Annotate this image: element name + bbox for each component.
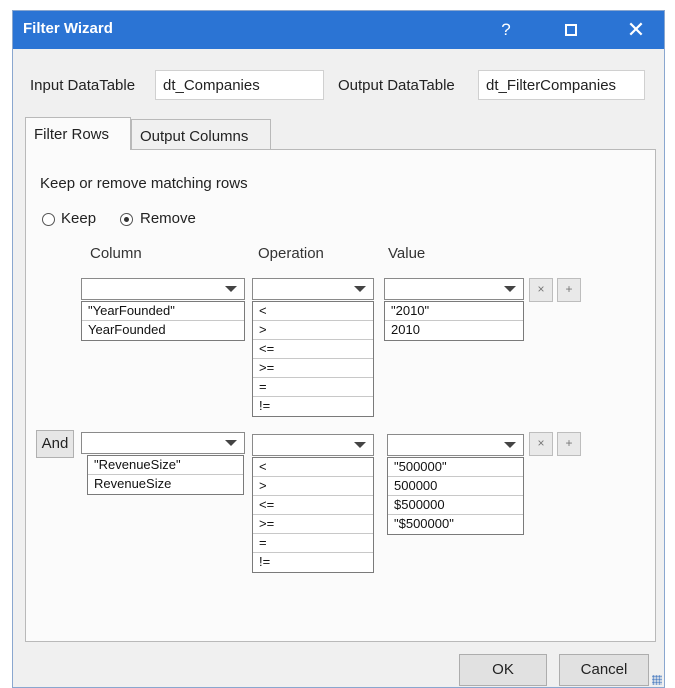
list-item[interactable]: <= — [253, 340, 373, 359]
chevron-down-icon — [225, 286, 237, 292]
operation-header: Operation — [258, 245, 324, 262]
remove-radio[interactable] — [120, 213, 133, 226]
list-item[interactable]: $500000 — [388, 496, 523, 515]
column-options-list: "RevenueSize" RevenueSize — [87, 455, 244, 495]
cancel-button[interactable]: Cancel — [559, 654, 649, 686]
tab-output-columns[interactable]: Output Columns — [131, 119, 271, 151]
ok-button[interactable]: OK — [459, 654, 547, 686]
keep-label: Keep — [61, 210, 97, 227]
column-dropdown[interactable] — [81, 278, 245, 300]
add-row-button[interactable]: + — [557, 432, 581, 456]
output-datatable-label: Output DataTable — [338, 77, 455, 94]
and-connector-button[interactable]: And — [36, 430, 74, 458]
input-datatable-field[interactable]: dt_Companies — [155, 70, 324, 100]
maximize-button[interactable] — [543, 11, 599, 49]
output-datatable-field[interactable]: dt_FilterCompanies — [478, 70, 645, 100]
list-item[interactable]: "500000" — [388, 458, 523, 477]
list-item[interactable]: >= — [253, 515, 373, 534]
chevron-down-icon — [225, 440, 237, 446]
operation-options-list: < > <= >= = != — [252, 457, 374, 573]
chevron-down-icon — [354, 442, 366, 448]
list-item[interactable]: != — [253, 553, 373, 572]
list-item[interactable]: >= — [253, 359, 373, 378]
list-item[interactable]: YearFounded — [82, 321, 244, 340]
operation-dropdown[interactable] — [252, 434, 374, 456]
chevron-down-icon — [504, 286, 516, 292]
filter-rows-panel: Keep or remove matching rows Keep Remove… — [25, 149, 656, 642]
list-item[interactable]: > — [253, 321, 373, 340]
keep-radio[interactable] — [42, 213, 55, 226]
remove-label: Remove — [140, 210, 196, 227]
window-title: Filter Wizard — [23, 20, 113, 37]
column-dropdown[interactable] — [81, 432, 245, 454]
remove-row-button[interactable]: × — [529, 432, 553, 456]
help-button[interactable]: ? — [478, 11, 534, 49]
column-header: Column — [90, 245, 142, 262]
operation-options-list: < > <= >= = != — [252, 301, 374, 417]
list-item[interactable]: "RevenueSize" — [88, 456, 243, 475]
chevron-down-icon — [354, 286, 366, 292]
list-item[interactable]: 2010 — [385, 321, 523, 340]
close-button[interactable]: ✕ — [608, 11, 664, 49]
remove-row-button[interactable]: × — [529, 278, 553, 302]
value-options-list: "500000" 500000 $500000 "$500000" — [387, 457, 524, 535]
list-item[interactable]: = — [253, 378, 373, 397]
list-item[interactable]: "YearFounded" — [82, 302, 244, 321]
list-item[interactable]: = — [253, 534, 373, 553]
column-options-list: "YearFounded" YearFounded — [81, 301, 245, 341]
list-item[interactable]: < — [253, 458, 373, 477]
maximize-icon — [565, 24, 577, 36]
list-item[interactable]: 500000 — [388, 477, 523, 496]
list-item[interactable]: "2010" — [385, 302, 523, 321]
value-header: Value — [388, 245, 426, 262]
value-dropdown[interactable] — [387, 434, 524, 456]
filter-wizard-dialog: Filter Wizard ? ✕ Input DataTable dt_Com… — [12, 10, 665, 688]
operation-dropdown[interactable] — [252, 278, 374, 300]
list-item[interactable]: != — [253, 397, 373, 416]
list-item[interactable]: < — [253, 302, 373, 321]
chevron-down-icon — [504, 442, 516, 448]
list-item[interactable]: RevenueSize — [88, 475, 243, 494]
value-options-list: "2010" 2010 — [384, 301, 524, 341]
list-item[interactable]: > — [253, 477, 373, 496]
mode-label: Keep or remove matching rows — [40, 175, 248, 192]
list-item[interactable]: <= — [253, 496, 373, 515]
title-bar: Filter Wizard ? ✕ — [13, 11, 664, 49]
input-datatable-label: Input DataTable — [30, 77, 136, 94]
add-row-button[interactable]: + — [557, 278, 581, 302]
resize-grip-icon[interactable] — [652, 675, 662, 685]
list-item[interactable]: "$500000" — [388, 515, 523, 534]
tab-filter-rows[interactable]: Filter Rows — [25, 117, 131, 150]
value-dropdown[interactable] — [384, 278, 524, 300]
